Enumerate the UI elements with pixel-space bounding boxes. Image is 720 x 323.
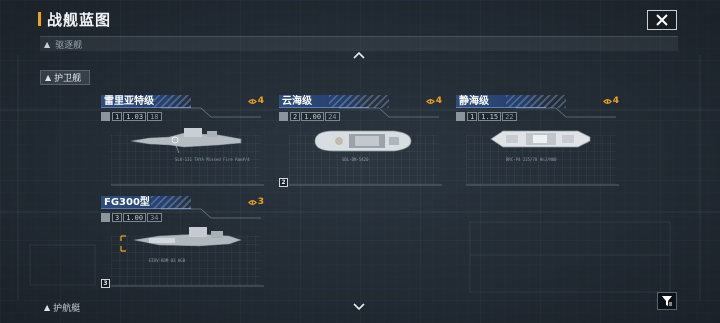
category-destroyer[interactable]: ▲ 驱逐舰 [40,36,678,51]
ship-tier-badge: 3 [101,279,110,288]
ship-caption: SLK-131 TAYA Missed Fire Ran#/4 [175,157,250,162]
title-accent [38,12,41,26]
close-button[interactable] [647,10,677,30]
ship-card[interactable]: FG300型 3 3 1.00 34 EIOV-RDM 03 HGB 3 [101,196,264,288]
ship-tier-badge: 2 [279,178,288,187]
category-escort[interactable]: ▲ 护航艇 [40,300,96,315]
header: 战舰蓝图 [0,0,720,34]
category-label: 护航艇 [53,304,81,314]
category-label: 驱逐舰 [55,40,83,51]
ship-card[interactable]: 雷里亚特级 4 1 1.03 18 SLK-131 TAYA Missed Fi… [101,95,264,187]
ship-card[interactable]: 云海级 4 2 1.00 24 SDL-DN-5420 2 [279,95,442,187]
scroll-up-chevron-icon[interactable] [353,51,365,59]
collapse-triangle-icon: ▲ [44,39,51,49]
ship-caption: BRC-P4 225/70 HnJ/N00 [506,157,557,162]
ship-blueprint-image [314,130,412,152]
filter-button[interactable] [657,292,677,310]
ship-card[interactable]: 静海级 4 1 1.15 22 BRC-P4 225/70 HnJ/N00 [456,95,619,187]
page-title: 战舰蓝图 [47,11,112,29]
ship-blueprint-image [490,130,591,148]
ship-caption: SDL-DN-5420 [342,157,369,162]
filter-icon [662,296,672,306]
category-frigate[interactable]: ▲ 护卫舰 [40,70,90,85]
ship-blueprint-image [133,227,242,247]
collapse-triangle-icon: ▲ [45,73,52,82]
close-icon [656,14,668,26]
ship-blueprint-image [130,128,242,154]
ship-caption: EIOV-RDM 03 HGB [149,258,186,263]
expand-triangle-icon: ▲ [44,303,51,312]
category-label: 护卫舰 [54,74,82,84]
scroll-down-chevron-icon[interactable] [353,303,365,311]
